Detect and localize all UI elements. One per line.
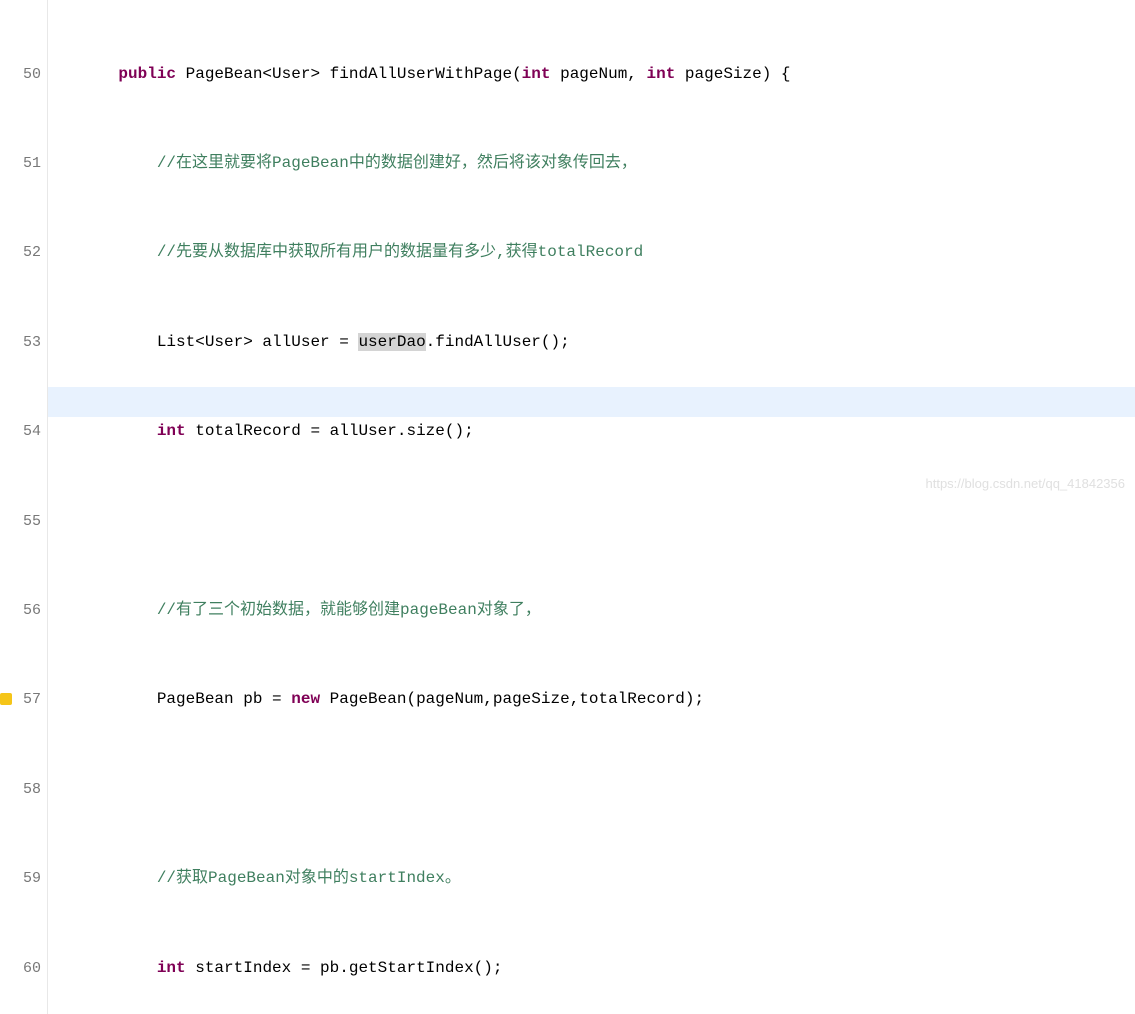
keyword: int bbox=[157, 959, 186, 977]
keyword: int bbox=[157, 422, 186, 440]
code-line[interactable]: PageBean pb = new PageBean(pageNum,pageS… bbox=[60, 685, 1135, 715]
line-number: 51 bbox=[0, 149, 47, 179]
code-text: pageNum, bbox=[550, 65, 646, 83]
line-number: 56 bbox=[0, 596, 47, 626]
code-line[interactable]: int totalRecord = allUser.size(); bbox=[60, 417, 1135, 447]
warning-marker-icon bbox=[0, 693, 12, 705]
line-number: 58 bbox=[0, 775, 47, 805]
code-text: PageBean(pageNum,pageSize,totalRecord); bbox=[320, 690, 704, 708]
code-line[interactable] bbox=[60, 775, 1135, 805]
selected-identifier: userDao bbox=[358, 333, 425, 351]
code-text: List<User> allUser = bbox=[157, 333, 359, 351]
line-number-gutter: 50 51 52 53 54 55 56 57 58 59 60 61 62 6… bbox=[0, 0, 48, 1014]
code-editor[interactable]: public PageBean<User> findAllUserWithPag… bbox=[60, 0, 1135, 1014]
line-number: 59 bbox=[0, 864, 47, 894]
code-text: totalRecord = allUser.size(); bbox=[186, 422, 474, 440]
comment: //先要从数据库中获取所有用户的数据量有多少,获得totalRecord bbox=[157, 243, 643, 261]
code-text: .findAllUser(); bbox=[426, 333, 570, 351]
code-line[interactable]: //先要从数据库中获取所有用户的数据量有多少,获得totalRecord bbox=[60, 238, 1135, 268]
code-line[interactable]: //在这里就要将PageBean中的数据创建好，然后将该对象传回去， bbox=[60, 149, 1135, 179]
code-text: PageBean pb = bbox=[157, 690, 291, 708]
line-number: 50 bbox=[0, 60, 47, 90]
line-number: 54 bbox=[0, 417, 47, 447]
line-number: 53 bbox=[0, 328, 47, 358]
code-text: startIndex = pb.getStartIndex(); bbox=[186, 959, 503, 977]
line-number: 57 bbox=[0, 685, 47, 715]
code-text: PageBean<User> findAllUserWithPage( bbox=[176, 65, 522, 83]
code-line[interactable]: public PageBean<User> findAllUserWithPag… bbox=[60, 60, 1135, 90]
keyword: int bbox=[522, 65, 551, 83]
code-line[interactable]: //有了三个初始数据，就能够创建pageBean对象了， bbox=[60, 596, 1135, 626]
line-number: 60 bbox=[0, 954, 47, 984]
keyword: public bbox=[118, 65, 176, 83]
code-line[interactable]: //获取PageBean对象中的startIndex。 bbox=[60, 864, 1135, 894]
comment: //有了三个初始数据，就能够创建pageBean对象了， bbox=[157, 601, 541, 619]
line-number: 55 bbox=[0, 507, 47, 537]
keyword: new bbox=[291, 690, 320, 708]
code-line[interactable]: List<User> allUser = userDao.findAllUser… bbox=[60, 328, 1135, 358]
code-line[interactable] bbox=[60, 507, 1135, 537]
code-line[interactable]: int startIndex = pb.getStartIndex(); bbox=[60, 954, 1135, 984]
comment: //在这里就要将PageBean中的数据创建好，然后将该对象传回去， bbox=[157, 154, 637, 172]
watermark-text: https://blog.csdn.net/qq_41842356 bbox=[926, 469, 1126, 499]
comment: //获取PageBean对象中的startIndex。 bbox=[157, 869, 461, 887]
line-number: 52 bbox=[0, 238, 47, 268]
keyword: int bbox=[647, 65, 676, 83]
code-text: pageSize) { bbox=[675, 65, 790, 83]
